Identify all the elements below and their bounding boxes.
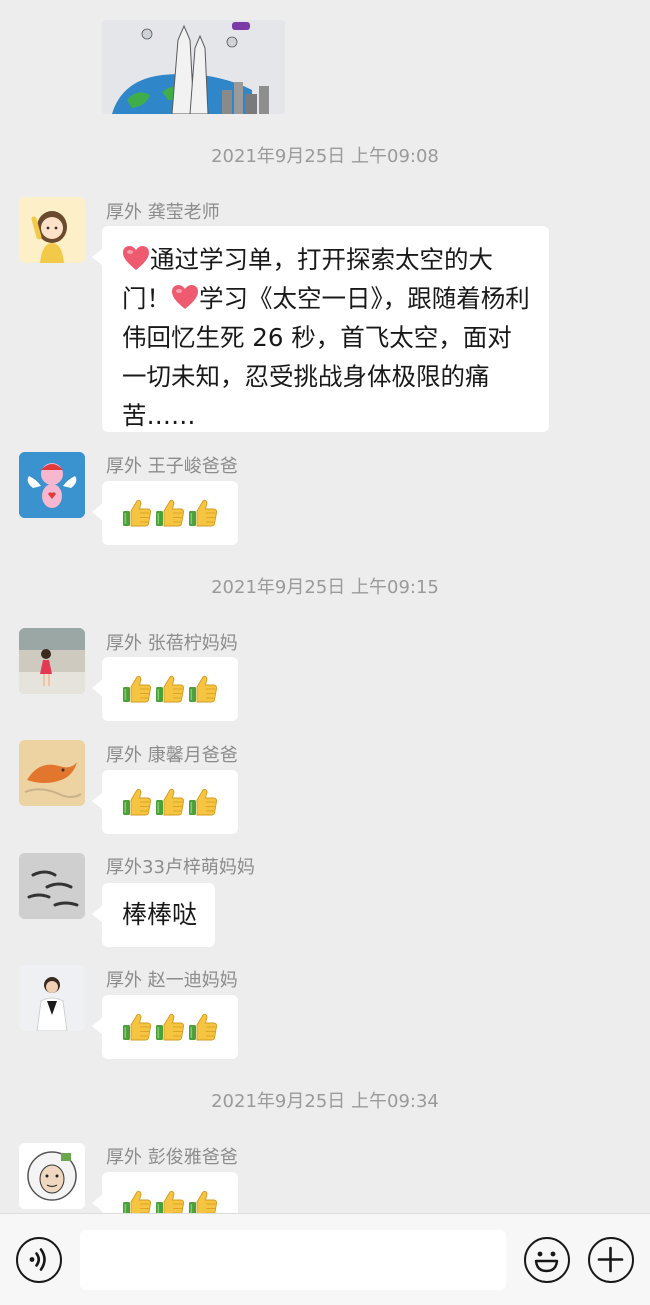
sender-name: 厚外 康馨月爸爸 <box>106 745 238 766</box>
avatar[interactable] <box>19 965 85 1031</box>
sender-name: 厚外 王子峻爸爸 <box>106 456 238 477</box>
emoji-button[interactable] <box>524 1237 570 1283</box>
message-bubble[interactable] <box>92 657 238 721</box>
voice-icon <box>29 1248 46 1271</box>
plus-icon <box>597 1246 624 1273</box>
red-heart-icon <box>122 245 150 271</box>
woman-portrait-avatar-icon <box>19 965 85 1031</box>
thumbs-up-icon <box>155 498 185 528</box>
koi-fish-painting-avatar-icon <box>19 740 85 806</box>
fish-ink-painting-avatar-icon <box>19 853 85 919</box>
space-drawing-image <box>102 20 285 114</box>
sender-name: 厚外 龚莹老师 <box>106 202 220 223</box>
thumbs-up-icon <box>188 674 218 704</box>
avatar[interactable] <box>19 452 85 518</box>
avatar[interactable] <box>19 628 85 694</box>
thumbs-up-icon <box>122 498 152 528</box>
message-bubble[interactable]: 棒棒哒 <box>91 883 216 947</box>
avatar[interactable] <box>19 197 85 263</box>
timestamp: 2021年9月25日 上午09:34 <box>211 1091 439 1112</box>
timestamp: 2021年9月25日 上午09:15 <box>211 577 439 598</box>
thumbs-up-icon <box>155 1189 185 1213</box>
avatar[interactable] <box>19 740 85 806</box>
thumbs-up-icon <box>122 674 152 704</box>
plus-button[interactable] <box>588 1237 634 1283</box>
chat-area[interactable]: 2021年9月25日 上午09:08 厚外 龚莹老师 通过学习单，打开探索太空的… <box>0 0 650 1213</box>
input-bar <box>0 1213 650 1305</box>
winged-mascot-avatar-icon <box>19 452 85 518</box>
thumbs-up-icon <box>188 1189 218 1213</box>
message-text: 棒棒哒 <box>122 900 198 929</box>
caricature-avatar-icon <box>19 1143 85 1209</box>
avatar[interactable] <box>19 1143 85 1209</box>
sender-name: 厚外 彭俊雅爸爸 <box>106 1147 238 1168</box>
image-message[interactable] <box>102 20 285 114</box>
message-bubble[interactable] <box>92 995 238 1059</box>
girl-cartoon-avatar-icon <box>19 197 85 263</box>
voice-button[interactable] <box>16 1237 62 1283</box>
thumbs-up-icon <box>188 787 218 817</box>
sender-name: 厚外 张蓓柠妈妈 <box>106 633 238 654</box>
message-bubble[interactable]: 通过学习单，打开探索太空的大门！ 学习《太空一日》，跟随着杨利伟回忆生死 26 秒… <box>92 226 549 432</box>
child-photo-avatar-icon <box>19 628 85 694</box>
thumbs-up-icon <box>155 1012 185 1042</box>
thumbs-up-icon <box>122 787 152 817</box>
message-input[interactable] <box>80 1230 506 1290</box>
sender-name: 厚外 赵一迪妈妈 <box>106 970 238 991</box>
thumbs-up-icon <box>188 498 218 528</box>
red-heart-icon <box>171 284 199 310</box>
timestamp: 2021年9月25日 上午09:08 <box>211 146 439 167</box>
thumbs-up-icon <box>155 787 185 817</box>
emoji-icon <box>534 1251 559 1273</box>
thumbs-up-icon <box>188 1012 218 1042</box>
thumbs-up-icon <box>122 1189 152 1213</box>
message-bubble[interactable] <box>92 481 238 545</box>
avatar[interactable] <box>19 853 85 919</box>
sender-name: 厚外33卢梓萌妈妈 <box>106 857 255 878</box>
message-bubble[interactable] <box>92 770 238 834</box>
thumbs-up-icon <box>155 674 185 704</box>
thumbs-up-icon <box>122 1012 152 1042</box>
message-bubble[interactable] <box>92 1172 238 1213</box>
